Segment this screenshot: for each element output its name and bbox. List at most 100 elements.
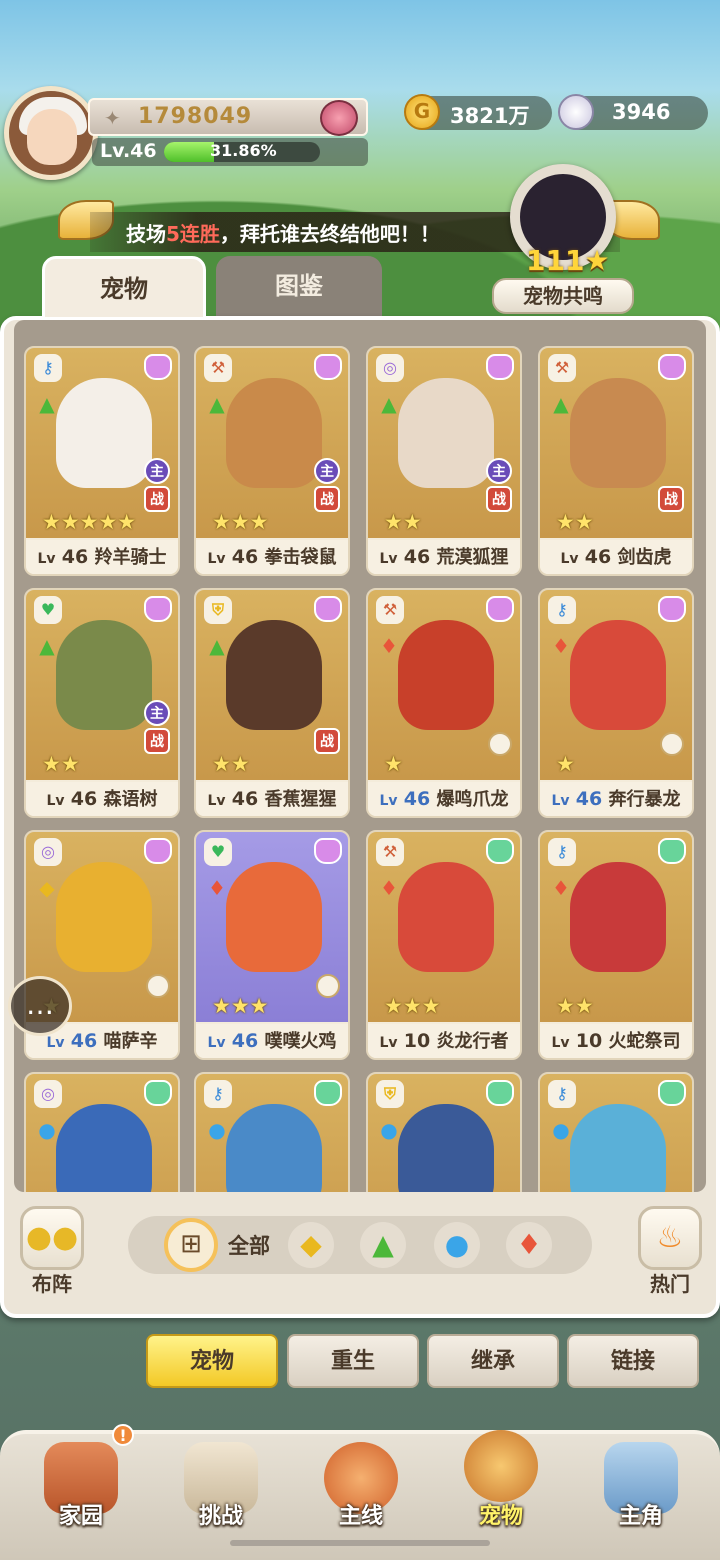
tab-book[interactable]: 图鉴 bbox=[216, 256, 382, 320]
fire-element-icon: ♦ bbox=[380, 634, 398, 658]
axe-icon: ⚒ bbox=[376, 838, 404, 866]
pet-figure bbox=[570, 620, 666, 730]
filter-grass-icon[interactable]: ▲ bbox=[360, 1222, 406, 1268]
pet-name-label: Lv 10 炎龙行者 bbox=[368, 1024, 520, 1058]
star-rating: ★ bbox=[384, 752, 403, 776]
nav-challenge-label: 挑战 bbox=[198, 1504, 243, 1529]
formation-button[interactable]: ●● bbox=[20, 1206, 84, 1270]
gold-counter[interactable]: G 3821万 bbox=[404, 94, 552, 130]
shell-counter[interactable]: 3946 bbox=[558, 94, 708, 130]
water-element-icon: ● bbox=[208, 1118, 226, 1142]
pet-figure bbox=[398, 378, 494, 488]
nav-pets[interactable]: 宠物 bbox=[446, 1430, 556, 1552]
pet-level: 46 bbox=[61, 546, 89, 568]
pet-name: 火蛇祭司 bbox=[608, 1031, 681, 1052]
subtab-inherit[interactable]: 继承 bbox=[427, 1334, 559, 1388]
main-badge: 主 bbox=[144, 700, 170, 726]
heart-icon: ♥ bbox=[34, 596, 62, 624]
partner-avatar-icon bbox=[660, 732, 684, 756]
pet-card[interactable]: ⛨ ▲ ★★ 战 Lv 46 香蕉猩猩 bbox=[194, 588, 350, 818]
power-wings-icon: ✦ bbox=[104, 106, 121, 130]
paw-rarity-icon bbox=[144, 838, 172, 864]
pet-level: 46 bbox=[231, 788, 259, 810]
subtab-rebirth[interactable]: 重生 bbox=[287, 1334, 419, 1388]
pet-card[interactable]: ◎ ● bbox=[24, 1072, 180, 1192]
paw-rarity-icon bbox=[144, 1080, 172, 1106]
paw-rarity-icon bbox=[144, 596, 172, 622]
battle-badge: 战 bbox=[144, 486, 170, 512]
grass-element-icon: ▲ bbox=[209, 392, 225, 416]
pet-level-prefix: Lv bbox=[207, 1035, 226, 1051]
pet-card[interactable]: ⚒ ♦ ★★★ Lv 10 炎龙行者 bbox=[366, 830, 522, 1060]
swirl-icon: ◎ bbox=[376, 354, 404, 382]
level-bar: Lv.46 31.86% bbox=[92, 138, 368, 166]
pet-card[interactable]: ⚷ ♦ ★★ Lv 10 火蛇祭司 bbox=[538, 830, 694, 1060]
pet-figure bbox=[570, 378, 666, 488]
element-filter-bar: ⊞ 全部 ◆ ▲ ● ♦ bbox=[128, 1216, 592, 1274]
filter-rock-icon[interactable]: ◆ bbox=[288, 1222, 334, 1268]
nav-main[interactable]: 主线 bbox=[306, 1436, 416, 1552]
pet-level: 46 bbox=[403, 546, 431, 568]
nav-pets-label: 宠物 bbox=[478, 1504, 523, 1529]
combat-power-bar: ✦ 1798049 bbox=[88, 98, 368, 136]
paw-rarity-icon bbox=[144, 354, 172, 380]
pet-figure bbox=[56, 620, 152, 730]
pet-name-label: Lv 46 噗噗火鸡 bbox=[196, 1024, 348, 1058]
pet-name: 爆鸣爪龙 bbox=[436, 789, 509, 810]
grass-element-icon: ▲ bbox=[553, 392, 569, 416]
fire-element-icon: ♦ bbox=[380, 876, 398, 900]
subtab-link[interactable]: 链接 bbox=[567, 1334, 699, 1388]
pet-card[interactable]: ◎ ▲ ★★ 主战 Lv 46 荒漠狐狸 bbox=[366, 346, 522, 576]
pet-figure bbox=[226, 620, 322, 730]
nav-hero[interactable]: 主角 bbox=[586, 1436, 696, 1552]
pet-card[interactable]: ♥ ▲ ★★ 主战 Lv 46 森语树 bbox=[24, 588, 180, 818]
nav-challenge[interactable]: 挑战 bbox=[166, 1436, 276, 1552]
main-badge: 主 bbox=[314, 458, 340, 484]
filter-fire-icon[interactable]: ♦ bbox=[506, 1222, 552, 1268]
pet-name: 森语树 bbox=[103, 789, 158, 810]
pet-card[interactable]: ⚷ ● bbox=[194, 1072, 350, 1192]
paw-rarity-icon bbox=[658, 596, 686, 622]
pet-card[interactable]: ⚒ ▲ ★★★ 主战 Lv 46 拳击袋鼠 bbox=[194, 346, 350, 576]
pet-card[interactable]: ♥ ♦ ★★★ Lv 46 噗噗火鸡 bbox=[194, 830, 350, 1060]
axe-icon: ⚒ bbox=[204, 354, 232, 382]
banner-suffix: ，拜托谁去终结他吧！！ bbox=[219, 222, 440, 246]
pet-card[interactable]: ⚷ ▲ ★★★★★ 主战 Lv 46 羚羊骑士 bbox=[24, 346, 180, 576]
rank-emblem-icon[interactable] bbox=[320, 100, 358, 136]
fire-element-icon: ♦ bbox=[552, 634, 570, 658]
filter-water-icon[interactable]: ● bbox=[434, 1222, 480, 1268]
pet-card[interactable]: ⚷ ● bbox=[538, 1072, 694, 1192]
pet-figure bbox=[398, 1104, 494, 1192]
battle-badge: 战 bbox=[486, 486, 512, 512]
chat-bubble-icon[interactable]: … bbox=[8, 976, 72, 1036]
paw-rarity-icon bbox=[658, 354, 686, 380]
star-rating: ★★★ bbox=[212, 510, 269, 534]
pet-card[interactable]: ⚷ ♦ ★ Lv 46 奔行暴龙 bbox=[538, 588, 694, 818]
key-icon: ⚷ bbox=[34, 354, 62, 382]
pet-card[interactable]: ⚒ ▲ ★★ 战 Lv 46 剑齿虎 bbox=[538, 346, 694, 576]
paw-rarity-icon bbox=[314, 596, 342, 622]
swirl-icon: ◎ bbox=[34, 838, 62, 866]
hot-sort-button[interactable]: ♨ bbox=[638, 1206, 702, 1270]
star-rating: ★★ bbox=[556, 510, 594, 534]
water-element-icon: ● bbox=[552, 1118, 570, 1142]
pet-name: 炎龙行者 bbox=[436, 1031, 509, 1052]
pet-name: 噗噗火鸡 bbox=[264, 1031, 337, 1052]
star-rating: ★★★ bbox=[212, 994, 269, 1018]
pet-resonance-button[interactable]: 111★ 宠物共鸣 bbox=[492, 164, 634, 314]
key-icon: ⚷ bbox=[548, 838, 576, 866]
battle-badge: 战 bbox=[314, 486, 340, 512]
tab-pets[interactable]: 宠物 bbox=[42, 256, 206, 320]
paw-rarity-icon bbox=[314, 1080, 342, 1106]
battle-badge: 战 bbox=[658, 486, 684, 512]
avatar-face bbox=[27, 109, 77, 165]
pet-card[interactable]: ⚒ ♦ ★ Lv 46 爆鸣爪龙 bbox=[366, 588, 522, 818]
filter-all-icon[interactable]: ⊞ bbox=[164, 1218, 218, 1272]
player-avatar[interactable] bbox=[4, 86, 98, 180]
partner-avatar-icon bbox=[316, 974, 340, 998]
subtab-pets[interactable]: 宠物 bbox=[146, 1334, 278, 1388]
nav-home[interactable]: 家园 bbox=[26, 1436, 136, 1552]
star-rating: ★★ bbox=[556, 994, 594, 1018]
pet-level: 46 bbox=[231, 546, 259, 568]
pet-card[interactable]: ⛨ ● bbox=[366, 1072, 522, 1192]
